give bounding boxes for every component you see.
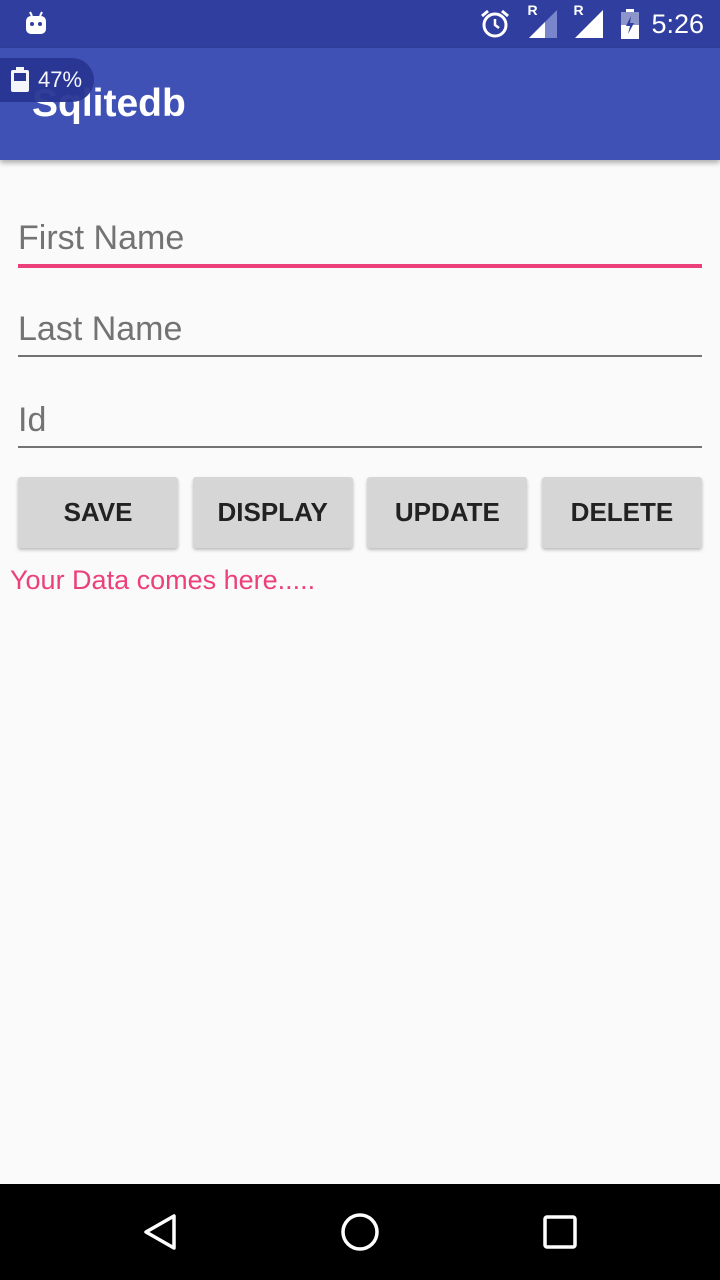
recents-square-icon[interactable] — [538, 1210, 582, 1254]
battery-percent: 47% — [38, 67, 83, 92]
last-name-input[interactable] — [18, 303, 702, 355]
display-button[interactable]: DISPLAY — [192, 477, 353, 548]
save-button[interactable]: SAVE — [18, 477, 178, 548]
update-button[interactable]: UPDATE — [367, 477, 528, 548]
id-underline — [18, 446, 702, 448]
first-name-underline — [18, 264, 702, 268]
id-field[interactable] — [18, 394, 702, 448]
id-input[interactable] — [18, 394, 702, 446]
battery-overlay: 47% — [0, 58, 94, 102]
status-bar: R R 5:26 — [0, 0, 720, 48]
cell-signal-icon-1: R — [527, 2, 559, 40]
android-notification-icon — [26, 11, 46, 34]
app-bar: Sqlitedb — [0, 48, 720, 160]
status-time: 5:26 — [651, 8, 704, 39]
action-buttons: SAVE DISPLAY UPDATE DELETE — [18, 477, 702, 548]
battery-icon — [621, 9, 640, 39]
roaming-label: R — [573, 2, 584, 18]
back-triangle-icon[interactable] — [138, 1210, 182, 1254]
home-circle-icon[interactable] — [338, 1210, 382, 1254]
last-name-field[interactable] — [18, 303, 702, 357]
alarm-clock-icon — [481, 9, 510, 38]
last-name-underline — [18, 355, 702, 357]
delete-button[interactable]: DELETE — [541, 477, 702, 548]
data-output-text: Your Data comes here..... — [10, 565, 316, 595]
cell-signal-icon-2: R — [573, 2, 605, 40]
first-name-field[interactable] — [18, 212, 702, 268]
navigation-bar — [0, 1184, 720, 1280]
first-name-input[interactable] — [18, 212, 702, 264]
battery-icon — [11, 67, 29, 92]
roaming-label: R — [527, 2, 538, 18]
